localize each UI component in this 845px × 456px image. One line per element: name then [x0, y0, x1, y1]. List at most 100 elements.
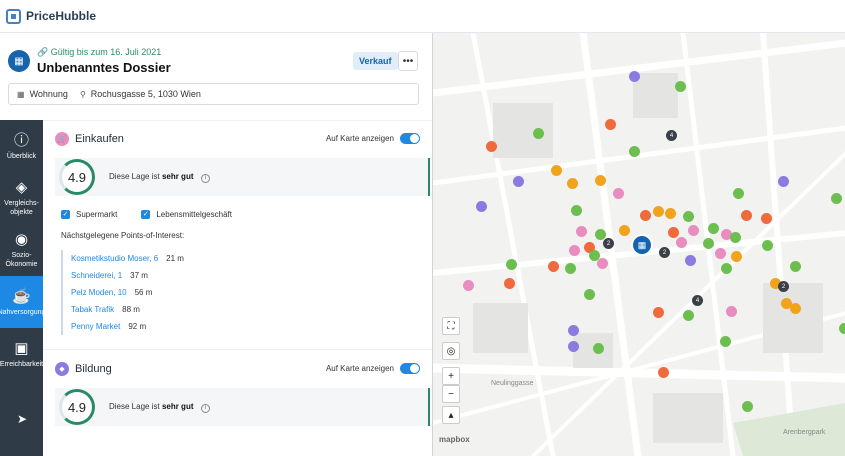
shopping-marker[interactable]	[715, 248, 726, 259]
fullscreen-icon[interactable]: ⛶	[442, 317, 460, 335]
shopping-marker[interactable]	[726, 306, 737, 317]
filter-lebensmittelgeschaeft[interactable]: ✓ Lebensmittelgeschäft	[141, 210, 232, 219]
restaurant-marker[interactable]	[761, 213, 772, 224]
park-marker[interactable]	[683, 211, 694, 222]
shopping-marker[interactable]	[463, 280, 474, 291]
shopping-marker[interactable]	[569, 245, 580, 256]
poi-distance: 37 m	[130, 271, 148, 280]
food-marker[interactable]	[653, 206, 664, 217]
list-item: Tabak Trafik 88 m	[71, 301, 432, 318]
food-marker[interactable]	[567, 178, 578, 189]
shopping-marker[interactable]	[676, 237, 687, 248]
park-marker[interactable]	[675, 81, 686, 92]
restaurant-marker[interactable]	[486, 141, 497, 152]
info-icon: ⓘ	[13, 131, 29, 149]
zoom-in-button[interactable]: +	[442, 367, 460, 385]
shopping-marker[interactable]	[688, 225, 699, 236]
poi-link[interactable]: Kosmetikstudio Moser, 6	[71, 254, 158, 263]
toggle-switch[interactable]	[400, 363, 420, 374]
food-marker[interactable]	[619, 225, 630, 236]
park-marker[interactable]	[839, 323, 845, 334]
toggle-switch[interactable]	[400, 133, 420, 144]
cluster-marker[interactable]: 4	[692, 295, 703, 306]
food-marker[interactable]	[790, 303, 801, 314]
show-on-map-toggle[interactable]: Auf Karte anzeigen	[326, 133, 420, 144]
address-bar[interactable]: ▦ Wohnung ⚲ Rochusgasse 5, 1030 Wien	[8, 83, 419, 105]
cluster-marker[interactable]: 2	[659, 247, 670, 258]
cluster-marker[interactable]: 2	[603, 238, 614, 249]
section-header: 🛒 Einkaufen Auf Karte anzeigen	[43, 120, 432, 158]
score-text: Diese Lage ist sehr gut i	[109, 172, 210, 183]
restaurant-marker[interactable]	[640, 210, 651, 221]
sidebar-item-soziooekonomie[interactable]: ◉ Sozio-Ökonomie	[0, 224, 43, 276]
education-marker[interactable]	[568, 341, 579, 352]
checkbox-checked-icon[interactable]: ✓	[61, 210, 70, 219]
locate-icon[interactable]: ◎	[442, 342, 460, 360]
sidebar-item-ueberblick[interactable]: ⓘ Überblick	[0, 120, 43, 172]
info-icon[interactable]: i	[200, 403, 210, 413]
food-marker[interactable]	[551, 165, 562, 176]
park-marker[interactable]	[733, 188, 744, 199]
food-marker[interactable]	[665, 208, 676, 219]
dossier-title[interactable]: Unbenanntes Dossier	[37, 60, 171, 75]
park-marker[interactable]	[506, 259, 517, 270]
park-marker[interactable]	[720, 336, 731, 347]
cluster-marker[interactable]: 2	[778, 281, 789, 292]
map[interactable]: Neulinggasse Arenbergpark 4 2 2 2 4 ▦ ⛶ …	[432, 33, 845, 456]
park-marker[interactable]	[742, 401, 753, 412]
shopping-marker[interactable]	[576, 226, 587, 237]
park-marker[interactable]	[533, 128, 544, 139]
restaurant-marker[interactable]	[504, 278, 515, 289]
filter-supermarkt[interactable]: ✓ Supermarkt	[61, 210, 117, 219]
food-marker[interactable]	[595, 175, 606, 186]
mapbox-attribution[interactable]: mapbox	[439, 435, 470, 444]
shopping-marker[interactable]	[597, 258, 608, 269]
sidebar-item-vergleichsobjekte[interactable]: ◈ Vergleichs-objekte	[0, 172, 43, 224]
poi-link[interactable]: Tabak Trafik	[71, 305, 114, 314]
sidebar-item-nahversorgung[interactable]: ☕ Nahversorgung	[0, 276, 43, 328]
zoom-out-button[interactable]: −	[442, 385, 460, 403]
park-marker[interactable]	[790, 261, 801, 272]
compass-icon[interactable]: ▴	[442, 406, 460, 424]
education-marker[interactable]	[568, 325, 579, 336]
park-marker[interactable]	[708, 223, 719, 234]
education-marker[interactable]	[685, 255, 696, 266]
sidebar-item-erreichbarkeit[interactable]: ▣ Erreichbarkeit	[0, 328, 43, 380]
education-marker[interactable]	[513, 176, 524, 187]
restaurant-marker[interactable]	[658, 367, 669, 378]
shopping-marker[interactable]	[613, 188, 624, 199]
park-marker[interactable]	[565, 263, 576, 274]
park-marker[interactable]	[683, 310, 694, 321]
park-marker[interactable]	[831, 193, 842, 204]
show-on-map-toggle[interactable]: Auf Karte anzeigen	[326, 363, 420, 374]
poi-link[interactable]: Pelz Moden, 10	[71, 288, 127, 297]
calendar-icon: ▦	[8, 50, 30, 72]
checkbox-checked-icon[interactable]: ✓	[141, 210, 151, 219]
park-marker[interactable]	[629, 146, 640, 157]
restaurant-marker[interactable]	[653, 307, 664, 318]
verkauf-badge[interactable]: Verkauf	[353, 52, 398, 70]
property-location-marker[interactable]: ▦	[631, 234, 653, 256]
education-marker[interactable]	[778, 176, 789, 187]
park-marker[interactable]	[730, 232, 741, 243]
park-marker[interactable]	[762, 240, 773, 251]
poi-link[interactable]: Penny Market	[71, 322, 120, 331]
park-marker[interactable]	[721, 263, 732, 274]
restaurant-marker[interactable]	[605, 119, 616, 130]
restaurant-marker[interactable]	[741, 210, 752, 221]
info-icon[interactable]: i	[200, 173, 210, 183]
more-options-button[interactable]: •••	[398, 51, 418, 71]
park-marker[interactable]	[703, 238, 714, 249]
validity-link[interactable]: 🔗 Gültig bis zum 16. Juli 2021	[37, 47, 161, 58]
park-marker[interactable]	[584, 289, 595, 300]
poi-link[interactable]: Schneiderei, 1	[71, 271, 122, 280]
education-marker[interactable]	[629, 71, 640, 82]
food-marker[interactable]	[731, 251, 742, 262]
restaurant-marker[interactable]	[668, 227, 679, 238]
education-marker[interactable]	[476, 201, 487, 212]
sidebar-item-label: Nahversorgung	[0, 308, 43, 316]
cluster-marker[interactable]: 4	[666, 130, 677, 141]
restaurant-marker[interactable]	[548, 261, 559, 272]
park-marker[interactable]	[571, 205, 582, 216]
park-marker[interactable]	[593, 343, 604, 354]
